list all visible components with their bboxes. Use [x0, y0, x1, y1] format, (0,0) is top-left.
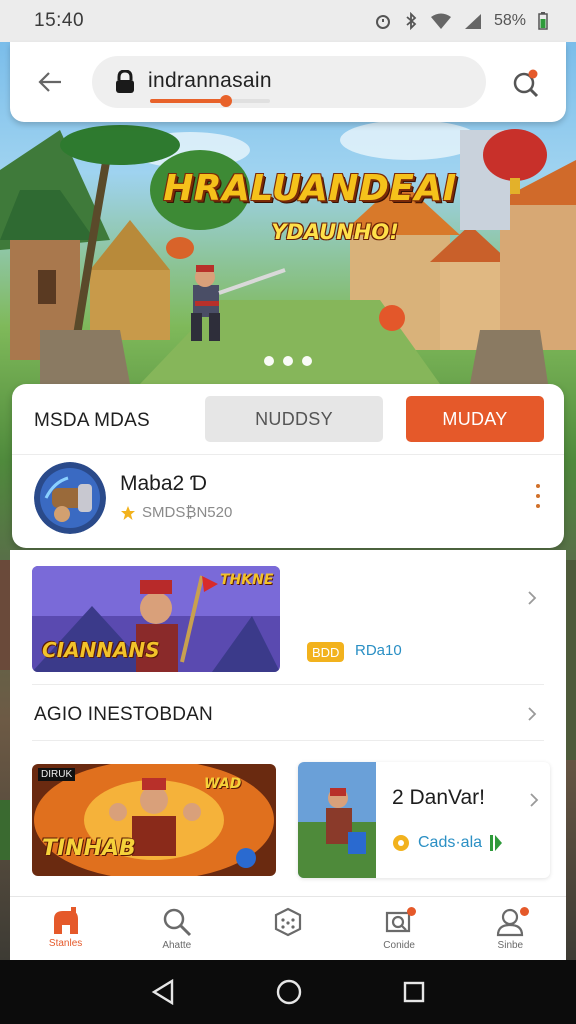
- card-3-subtitle-row: Cads·ala: [392, 834, 503, 852]
- system-nav-bar: [0, 960, 576, 1024]
- divider: [12, 454, 564, 455]
- load-progress: [150, 95, 270, 107]
- nav-home[interactable]: Stanles: [26, 907, 106, 949]
- recents-square-icon[interactable]: [402, 980, 426, 1004]
- search-text: indrannasain: [148, 69, 272, 92]
- chevron-right-icon[interactable]: [524, 590, 540, 606]
- home-circle-icon[interactable]: [275, 978, 303, 1006]
- tag-pill: BDD: [307, 642, 345, 662]
- bluetooth-icon: [406, 12, 417, 30]
- list-item-card-3[interactable]: 2 DanVar! Cads·ala: [298, 762, 550, 878]
- grid-dice-icon: [274, 907, 302, 937]
- nav-games[interactable]: [248, 907, 328, 940]
- list-item-banner-1[interactable]: CIANNANS THKNE: [32, 566, 280, 672]
- alarm-icon: [375, 15, 390, 29]
- content-list: CIANNANS THKNE BDD RDa10 AGIO INESTOBDAN…: [10, 550, 566, 896]
- tag-text: RDa10: [355, 642, 402, 659]
- hero-subtitle: YDAUNHO!: [271, 220, 399, 244]
- wifi-icon: [430, 13, 451, 29]
- chevron-right-icon[interactable]: [524, 706, 540, 722]
- nav-search-label: Ahatte: [162, 940, 192, 951]
- nav-updates[interactable]: Conide: [359, 907, 439, 951]
- status-time: 15:40: [34, 10, 85, 31]
- nav-search[interactable]: Ahatte: [137, 907, 217, 951]
- battery-percent: 58%: [493, 12, 526, 29]
- card-3-thumbnail: [298, 762, 376, 878]
- back-button[interactable]: [34, 66, 66, 98]
- divider: [32, 740, 544, 741]
- profile-badge: [520, 907, 530, 916]
- app-rating-text: SMDS₿N520: [142, 504, 233, 521]
- home-icon: [53, 907, 78, 934]
- tab-inactive[interactable]: NUDDSY: [205, 396, 383, 442]
- nav-profile[interactable]: Sinbe: [470, 907, 550, 951]
- banner-2-small: WAD: [204, 776, 242, 792]
- search-input[interactable]: indrannasain: [92, 56, 486, 108]
- banner-2-top: DIRUK: [38, 768, 76, 781]
- back-triangle-icon[interactable]: [150, 979, 176, 1005]
- nav-home-label: Stanles: [48, 938, 83, 949]
- card-3-subtitle: Cads·ala: [418, 834, 483, 851]
- hero-title: HRALUANDEAI: [163, 168, 457, 209]
- status-icons: 58%: [374, 12, 548, 30]
- featured-panel: MSDA MDAS NUDDSY MUDAY Maba2 Ɗ SMDS₿N520: [12, 384, 564, 548]
- app-rating: SMDS₿N520: [120, 504, 232, 521]
- notification-search-icon: [513, 69, 539, 98]
- hero-banner[interactable]: HRALUANDEAI YDAUNHO!: [0, 122, 576, 384]
- nav-profile-label: Sinbe: [497, 940, 524, 951]
- divider: [32, 684, 544, 685]
- back-arrow-icon: [38, 72, 61, 92]
- nav-updates-label: Conide: [383, 940, 415, 951]
- chevron-right-icon[interactable]: [526, 792, 542, 808]
- signal-icon: [464, 14, 481, 29]
- coin-icon: [393, 835, 409, 851]
- battery-icon: [538, 12, 548, 30]
- panel-title: MSDA MDAS: [34, 410, 150, 431]
- banner-1-title: CIANNANS: [42, 638, 160, 662]
- app-avatar[interactable]: [34, 462, 106, 534]
- section-title[interactable]: AGIO INESTOBDAN: [34, 704, 213, 726]
- banner-1-tag: THKNE: [220, 572, 274, 588]
- lock-icon: [116, 70, 134, 93]
- card-3-title: 2 DanVar!: [392, 786, 485, 809]
- load-progress-thumb: [219, 95, 232, 107]
- app-name[interactable]: Maba2 Ɗ: [120, 472, 207, 496]
- search-header: indrannasain: [10, 42, 566, 122]
- load-progress-fill: [150, 99, 226, 103]
- more-options-button[interactable]: [534, 484, 542, 508]
- tab-active[interactable]: MUDAY: [406, 396, 544, 442]
- status-bar: 15:40 58%: [0, 0, 576, 42]
- banner-2-title: TINHAB: [42, 836, 136, 861]
- list-item-banner-2[interactable]: DIRUK TINHAB WAD: [32, 764, 276, 876]
- carousel-dot[interactable]: [302, 356, 312, 366]
- star-icon: [121, 505, 135, 520]
- carousel-dot[interactable]: [283, 356, 293, 366]
- bottom-nav: Stanles Ahatte Conide Sinbe: [10, 896, 566, 960]
- carousel-dot[interactable]: [264, 356, 274, 366]
- play-tag-icon: [490, 835, 503, 851]
- search-icon: [163, 908, 191, 937]
- search-notification-button[interactable]: [510, 66, 544, 100]
- carousel-dots[interactable]: [264, 356, 312, 366]
